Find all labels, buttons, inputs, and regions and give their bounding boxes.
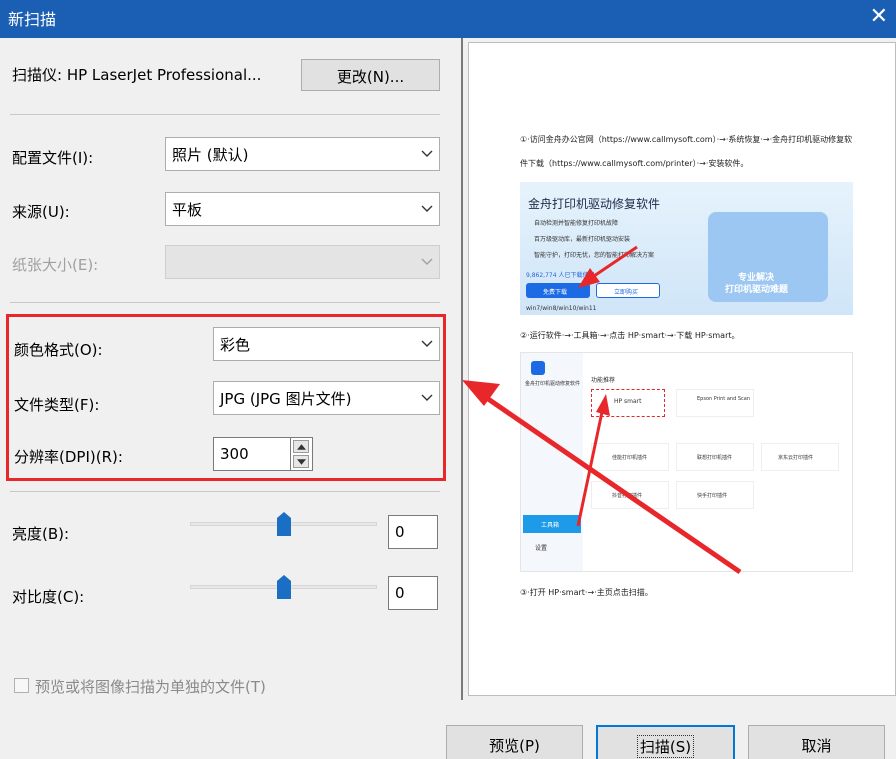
app-card: 佳能打印机插件 (591, 443, 669, 471)
source-value: 平板 (172, 201, 203, 219)
separate-files-checkbox[interactable] (14, 678, 29, 693)
contrast-slider-thumb[interactable] (276, 575, 291, 599)
resolution-input[interactable]: 300 (213, 437, 291, 471)
resolution-label: 分辨率(DPI)(R): (14, 448, 123, 466)
profile-value: 照片 (默认) (172, 146, 249, 164)
doc-step2: ②·运行软件·→·工具箱·→·点击 HP·smart·→·下载 HP·smart… (520, 331, 740, 340)
banner-image: 金舟打印机驱动修复软件 自动检测并智能修复打印机故障 百万级驱动库，最新打印机驱… (520, 182, 853, 315)
change-scanner-button[interactable]: 更改(N)... (301, 59, 440, 91)
profile-select[interactable]: 照片 (默认) (165, 137, 440, 171)
banner-download-button: 免费下载 (526, 283, 590, 298)
chevron-down-icon (421, 258, 433, 265)
brightness-label: 亮度(B): (12, 525, 70, 543)
divider (10, 302, 440, 303)
app-card: 抖音打印插件 (591, 481, 669, 509)
banner-os: win7/win8/win10/win11 (526, 305, 597, 312)
brightness-slider-thumb[interactable] (276, 512, 291, 536)
title-bar: 新扫描 ✕ (0, 0, 896, 38)
app-card: 联想打印机插件 (676, 443, 754, 471)
source-label: 来源(U): (12, 203, 70, 221)
doc-step1-line2: 件下载（https://www.callmysoft.com/printer）·… (520, 159, 749, 168)
triangle-down-icon (297, 459, 306, 465)
file-type-label: 文件类型(F): (14, 396, 100, 414)
chevron-down-icon (421, 205, 433, 212)
window-title: 新扫描 (8, 10, 57, 29)
contrast-input[interactable]: 0 (388, 576, 438, 610)
app-screenshot: 金舟打印机驱动修复软件 功能推荐 工具箱 设置 HP smart Epson P… (520, 352, 853, 572)
banner-line: 自动检测并智能修复打印机故障 (534, 220, 619, 227)
contrast-label: 对比度(C): (12, 588, 85, 606)
paper-size-select (165, 245, 440, 279)
divider (10, 114, 440, 115)
cancel-button[interactable]: 取消 (748, 725, 885, 759)
banner-count: 9,862,774 人已下载使用 (526, 272, 595, 279)
spin-up-button[interactable] (293, 440, 309, 453)
spin-down-button[interactable] (293, 455, 309, 468)
app-settings-item: 设置 (535, 545, 548, 552)
color-format-select[interactable]: 彩色 (213, 327, 440, 361)
file-type-select[interactable]: JPG (JPG 图片文件) (213, 381, 440, 415)
file-type-value: JPG (JPG 图片文件) (220, 390, 352, 408)
chevron-down-icon (421, 150, 433, 157)
app-card: HP smart (591, 389, 665, 417)
app-toolbox-item: 工具箱 (523, 515, 581, 533)
app-name: 金舟打印机驱动修复软件 (525, 381, 581, 387)
app-section-title: 功能推荐 (591, 377, 616, 384)
banner-line: 百万级驱动库，最新打印机驱动安装 (534, 236, 631, 243)
resolution-spinner[interactable] (291, 437, 313, 471)
preview-button[interactable]: 预览(P) (446, 725, 583, 759)
divider (10, 491, 440, 492)
close-icon[interactable]: ✕ (870, 4, 888, 30)
color-format-label: 颜色格式(O): (14, 341, 103, 359)
color-format-value: 彩色 (220, 336, 251, 354)
banner-slogan: 打印机驱动难题 (725, 285, 789, 295)
doc-step3: ③·打开 HP·smart·→·主页点击扫描。 (520, 588, 653, 597)
doc-step1-line1: ①·访问金舟办公官网（https://www.callmysoft.com）·→… (520, 135, 853, 144)
paper-size-label: 纸张大小(E): (12, 256, 99, 274)
triangle-up-icon (297, 444, 306, 450)
scan-button[interactable]: 扫描(S) (596, 725, 735, 759)
banner-title: 金舟打印机驱动修复软件 (528, 197, 661, 211)
profile-label: 配置文件(I): (12, 149, 94, 167)
app-logo-icon (531, 361, 545, 375)
chevron-down-icon (421, 340, 433, 347)
app-card: 快手打印插件 (676, 481, 754, 509)
app-card: 京东云打印插件 (761, 443, 839, 471)
app-card: Epson Print and Scan (676, 389, 754, 417)
brightness-input[interactable]: 0 (388, 515, 438, 549)
scanner-label: 扫描仪: HP LaserJet Professional... (12, 66, 262, 84)
chevron-down-icon (421, 394, 433, 401)
banner-buy-button: 立即购买 (596, 283, 660, 298)
banner-line: 智能守护，打印无忧，您的智能打印解决方案 (534, 252, 655, 259)
separate-files-label: 预览或将图像扫描为单独的文件(T) (35, 678, 266, 696)
source-select[interactable]: 平板 (165, 192, 440, 226)
